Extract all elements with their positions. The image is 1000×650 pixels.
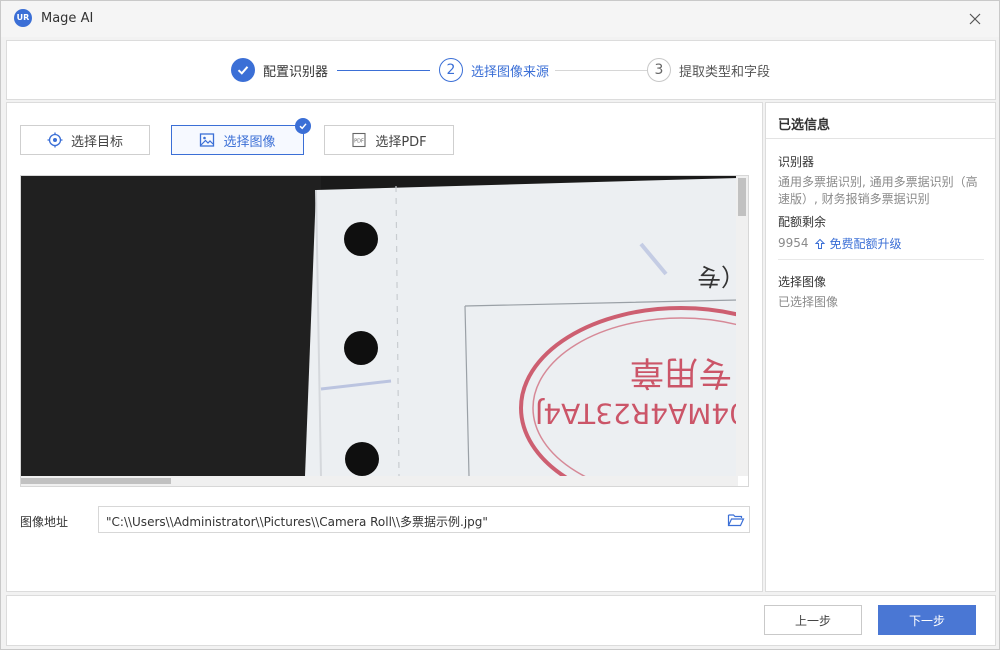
- step-label: 选择图像来源: [471, 64, 550, 80]
- stamp-text-code: 04MA4R23TA4J: [535, 397, 738, 430]
- image-preview[interactable]: 专用章 04MA4R23TA4J （专: [20, 175, 749, 487]
- horizontal-scrollbar[interactable]: [21, 476, 738, 486]
- step-number: 3: [647, 58, 671, 82]
- selected-check-icon: [295, 118, 311, 134]
- select-image-label: 选择图像: [223, 134, 276, 150]
- horizontal-scroll-thumb[interactable]: [21, 478, 171, 484]
- image-section: 选择图像 已选择图像: [778, 273, 986, 311]
- image-path-label: 图像地址: [20, 515, 69, 529]
- step-check-icon: [231, 58, 255, 82]
- step-number: 2: [439, 58, 463, 82]
- app-window: UR Mage AI 配置识别器 2 选择图像来源 3 提取类型和字段 选择目标…: [0, 0, 1000, 650]
- image-value: 已选择图像: [778, 295, 839, 309]
- wizard-steps: 配置识别器 2 选择图像来源 3 提取类型和字段: [6, 40, 996, 100]
- footer-bar: 上一步 下一步: [6, 595, 996, 646]
- select-pdf-label: 选择PDF: [375, 134, 427, 150]
- image-path-field[interactable]: "C:\\Users\\Administrator\\Pictures\\Cam…: [98, 506, 750, 533]
- document-corner-text: （专: [697, 262, 738, 290]
- quota-value: 9954: [778, 236, 809, 250]
- stamp-text-top: 专用章: [630, 352, 732, 392]
- step-label: 配置识别器: [263, 64, 329, 80]
- window-title: Mage AI: [41, 11, 94, 26]
- quota-section: 配额剩余 9954 免费配额升级: [778, 213, 986, 252]
- title-bar: UR Mage AI: [1, 1, 999, 37]
- close-icon: [969, 13, 981, 25]
- close-button[interactable]: [965, 9, 985, 29]
- image-icon: [199, 132, 215, 148]
- select-target-button[interactable]: 选择目标: [20, 125, 150, 155]
- step-connector-2: [555, 70, 647, 71]
- folder-open-icon: [727, 514, 745, 527]
- upgrade-quota-label: 免费配额升级: [829, 237, 902, 251]
- select-image-button[interactable]: 选择图像: [171, 118, 311, 155]
- recognizer-value: 通用多票据识别, 通用多票据识别（高速版）, 财务报销多票据识别: [778, 175, 978, 206]
- select-target-label: 选择目标: [70, 134, 123, 150]
- selected-info-panel: 已选信息 识别器 通用多票据识别, 通用多票据识别（高速版）, 财务报销多票据识…: [765, 102, 996, 592]
- image-label: 选择图像: [778, 275, 827, 289]
- quota-label: 配额剩余: [778, 215, 827, 229]
- info-divider: [778, 259, 984, 260]
- step-connector-1: [337, 70, 430, 71]
- recognizer-section: 识别器 通用多票据识别, 通用多票据识别（高速版）, 财务报销多票据识别: [778, 153, 986, 208]
- app-logo-icon: UR: [14, 9, 32, 27]
- target-icon: [47, 132, 63, 148]
- preview-image: 专用章 04MA4R23TA4J （专: [21, 176, 738, 476]
- select-pdf-button[interactable]: PDF 选择PDF: [324, 125, 454, 155]
- image-path-value: "C:\\Users\\Administrator\\Pictures\\Cam…: [106, 515, 488, 529]
- pdf-icon: PDF: [351, 132, 367, 148]
- vertical-scrollbar[interactable]: [736, 176, 748, 476]
- step-extract-types-fields[interactable]: 3 提取类型和字段: [647, 58, 770, 82]
- vertical-scroll-thumb[interactable]: [738, 178, 746, 216]
- step-configure-recognizer[interactable]: 配置识别器: [231, 58, 328, 82]
- next-step-button[interactable]: 下一步: [878, 605, 976, 635]
- info-panel-title: 已选信息: [766, 103, 995, 139]
- main-panel: 选择目标 选择图像 PDF 选择PDF 专用章 04MA4R23TA4J 专 图…: [6, 102, 763, 592]
- upgrade-quota-link[interactable]: 免费配额升级: [814, 235, 902, 252]
- step-label: 提取类型和字段: [679, 64, 771, 80]
- previous-step-button[interactable]: 上一步: [764, 605, 862, 635]
- svg-text:PDF: PDF: [354, 139, 364, 145]
- browse-folder-button[interactable]: [727, 511, 745, 529]
- arrow-up-icon: [814, 238, 825, 249]
- recognizer-label: 识别器: [778, 155, 815, 169]
- step-select-image-source[interactable]: 2 选择图像来源: [439, 58, 549, 82]
